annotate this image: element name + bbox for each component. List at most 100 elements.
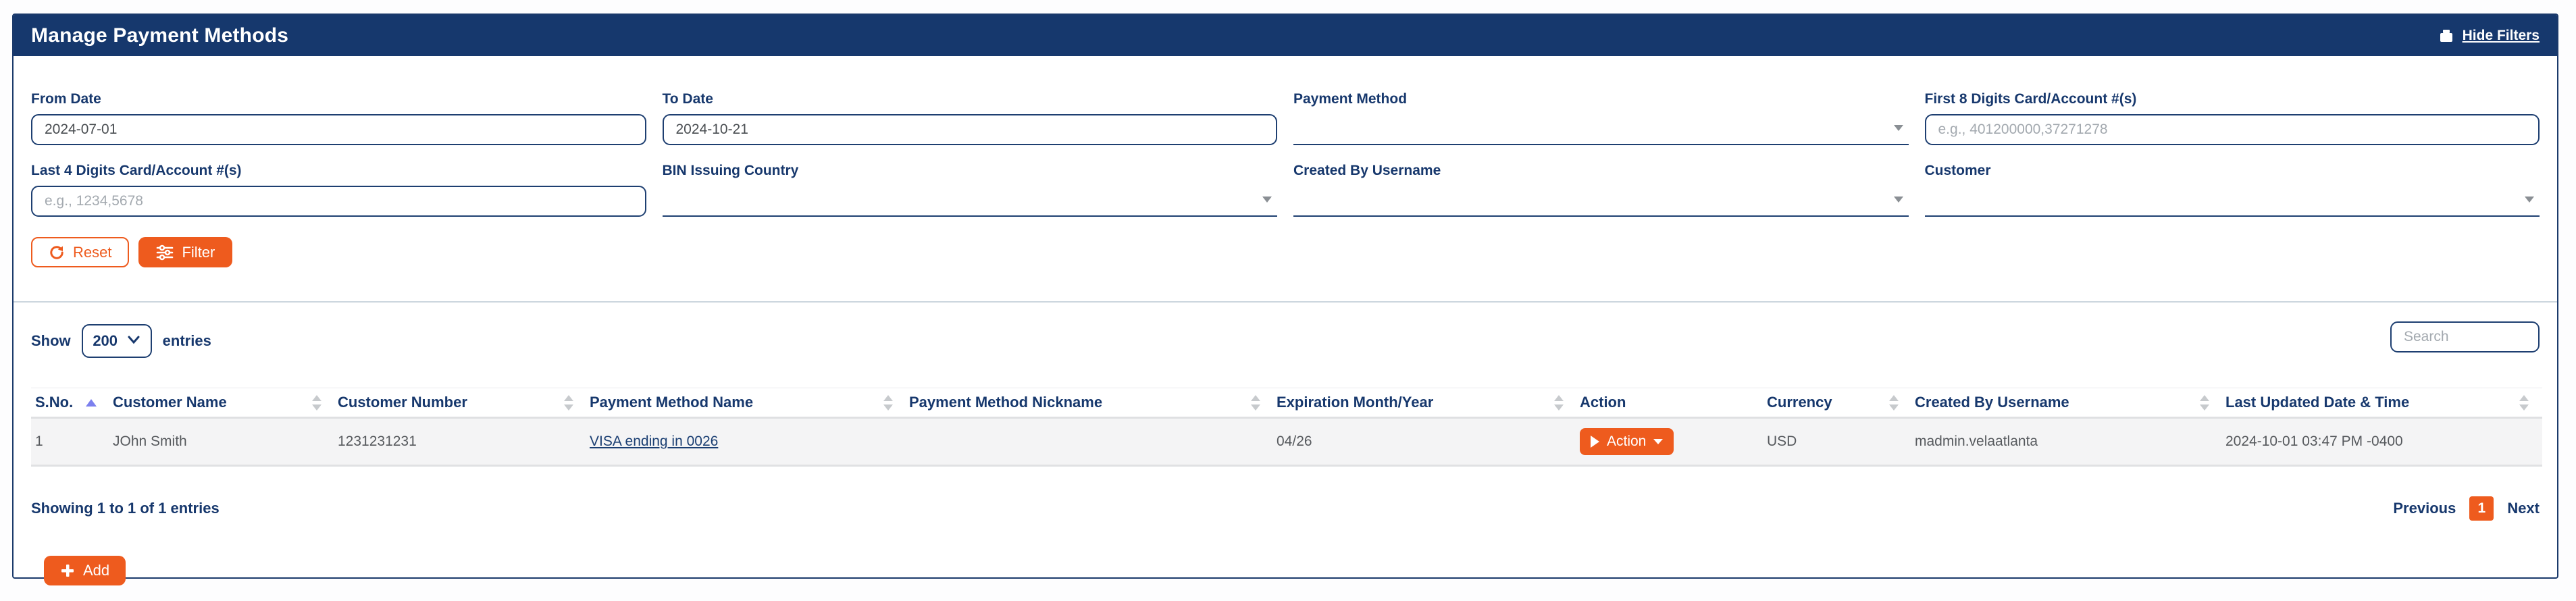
page: Manage Payment Methods Hide Filters From… — [0, 0, 2576, 601]
column-label: S.No. — [35, 394, 74, 411]
customer-select[interactable] — [1924, 186, 2540, 217]
column-header-sno[interactable]: S.No. — [31, 388, 110, 419]
customer-label: Customer — [1924, 163, 1991, 178]
page-title: Manage Payment Methods — [31, 24, 289, 47]
action-button-label: Action — [1607, 434, 1647, 449]
sliders-icon — [156, 244, 174, 261]
table-header-row: S.No. Customer Name Customer Number Paym… — [31, 388, 2542, 419]
table-controls: Show 200 entries — [14, 303, 2557, 358]
to-date-input[interactable] — [662, 114, 1277, 145]
column-label: Payment Method Name — [590, 394, 754, 411]
from-date-input[interactable] — [31, 114, 646, 145]
reset-button[interactable]: Reset — [31, 237, 130, 267]
cell-sno: 1 — [31, 417, 110, 467]
sort-ascending-icon — [86, 398, 97, 407]
filter-group-created-by: Created By Username — [1293, 163, 1909, 217]
filter-group-payment-method: Payment Method — [1293, 91, 1909, 145]
column-header-payment-method-nickname[interactable]: Payment Method Nickname — [906, 388, 1274, 419]
column-header-payment-method-name[interactable]: Payment Method Name — [587, 388, 906, 419]
next-page-button[interactable]: Next — [2507, 500, 2540, 517]
filters-section: From Date To Date Payment Method First 8… — [14, 56, 2557, 217]
table-row: 1 JOhn Smith 1231231231 VISA ending in 0… — [31, 417, 2542, 467]
action-dropdown-button[interactable]: Action — [1580, 428, 1674, 455]
last4-digits-label: Last 4 Digits Card/Account #(s) — [31, 163, 242, 178]
filter-group-bin-country: BIN Issuing Country — [662, 163, 1277, 217]
chevron-down-icon — [127, 335, 140, 348]
column-label: Customer Number — [338, 394, 467, 411]
previous-page-button[interactable]: Previous — [2393, 500, 2456, 517]
column-label: Created By Username — [1915, 394, 2069, 411]
column-label: Last Updated Date & Time — [2225, 394, 2410, 411]
column-header-action: Action — [1577, 388, 1764, 419]
column-header-currency[interactable]: Currency — [1764, 388, 1912, 419]
created-by-username-select[interactable] — [1293, 186, 1909, 217]
payment-methods-table: S.No. Customer Name Customer Number Paym… — [31, 388, 2542, 467]
cell-created-by: madmin.velaatlanta — [1912, 417, 2223, 467]
payment-method-link[interactable]: VISA ending in 0026 — [590, 434, 718, 449]
add-button[interactable]: Add — [44, 556, 126, 585]
column-label: Customer Name — [113, 394, 227, 411]
sort-icon — [2200, 394, 2209, 411]
last4-digits-input[interactable] — [31, 186, 646, 217]
entries-label: entries — [162, 332, 211, 349]
sort-icon — [1554, 394, 1564, 411]
chevron-down-icon — [1893, 124, 1903, 131]
cell-currency: USD — [1764, 417, 1912, 467]
caret-down-icon — [1653, 439, 1664, 444]
filter-button[interactable]: Filter — [138, 237, 233, 267]
cell-customer-name: JOhn Smith — [110, 417, 335, 467]
search-input[interactable] — [2390, 321, 2540, 352]
showing-entries-text: Showing 1 to 1 of 1 entries — [31, 500, 220, 517]
column-header-created-by[interactable]: Created By Username — [1912, 388, 2223, 419]
column-label: Currency — [1767, 394, 1832, 411]
cell-last-updated: 2024-10-01 03:47 PM -0400 — [2223, 417, 2542, 467]
chevron-down-icon — [1262, 196, 1272, 203]
chevron-down-icon — [1893, 196, 1903, 203]
filter-box-icon — [2438, 28, 2454, 44]
plus-icon — [60, 563, 75, 578]
sort-icon — [1889, 394, 1899, 411]
hide-filters-label: Hide Filters — [2462, 27, 2540, 43]
rotate-right-icon — [49, 244, 65, 261]
show-label: Show — [31, 332, 71, 349]
payment-method-select[interactable] — [1293, 114, 1909, 145]
cell-expiration: 04/26 — [1274, 417, 1577, 467]
card-header: Manage Payment Methods Hide Filters — [14, 15, 2557, 56]
manage-payment-methods-card: Manage Payment Methods Hide Filters From… — [12, 14, 2558, 585]
from-date-label: From Date — [31, 91, 101, 107]
column-header-last-updated[interactable]: Last Updated Date & Time — [2223, 388, 2542, 419]
cell-customer-number: 1231231231 — [335, 417, 587, 467]
first8-digits-label: First 8 Digits Card/Account #(s) — [1924, 91, 2137, 107]
filter-actions-row: Reset Filter — [14, 217, 2557, 267]
pagination: Previous 1 Next — [2393, 496, 2540, 521]
current-page-button[interactable]: 1 — [2469, 496, 2494, 521]
filter-group-first8: First 8 Digits Card/Account #(s) — [1924, 91, 2540, 145]
payment-method-label: Payment Method — [1293, 91, 1408, 107]
play-icon — [1591, 436, 1599, 448]
to-date-label: To Date — [662, 91, 713, 107]
sort-icon — [2519, 394, 2529, 411]
bin-issuing-country-select[interactable] — [662, 186, 1277, 217]
column-label: Expiration Month/Year — [1277, 394, 1434, 411]
page-size-select[interactable]: 200 — [81, 324, 152, 358]
filter-group-from-date: From Date — [31, 91, 646, 145]
reset-button-label: Reset — [73, 243, 112, 261]
table-footer: Showing 1 to 1 of 1 entries Previous 1 N… — [14, 467, 2557, 521]
column-header-expiration[interactable]: Expiration Month/Year — [1274, 388, 1577, 419]
filter-group-customer: Customer — [1924, 163, 2540, 217]
sort-icon — [312, 394, 321, 411]
add-row: Add — [14, 521, 2557, 585]
add-button-label: Add — [83, 562, 110, 579]
hide-filters-link[interactable]: Hide Filters — [2438, 28, 2540, 44]
column-header-customer-number[interactable]: Customer Number — [335, 388, 587, 419]
created-by-username-label: Created By Username — [1293, 163, 1441, 178]
sort-icon — [883, 394, 893, 411]
filter-group-last4: Last 4 Digits Card/Account #(s) — [31, 163, 646, 217]
first8-digits-input[interactable] — [1924, 114, 2540, 145]
column-label: Action — [1580, 394, 1626, 411]
page-size-value: 200 — [93, 332, 118, 349]
bin-issuing-country-label: BIN Issuing Country — [662, 163, 799, 178]
cell-action: Action — [1577, 417, 1764, 467]
column-header-customer-name[interactable]: Customer Name — [110, 388, 335, 419]
filter-button-label: Filter — [182, 243, 215, 261]
